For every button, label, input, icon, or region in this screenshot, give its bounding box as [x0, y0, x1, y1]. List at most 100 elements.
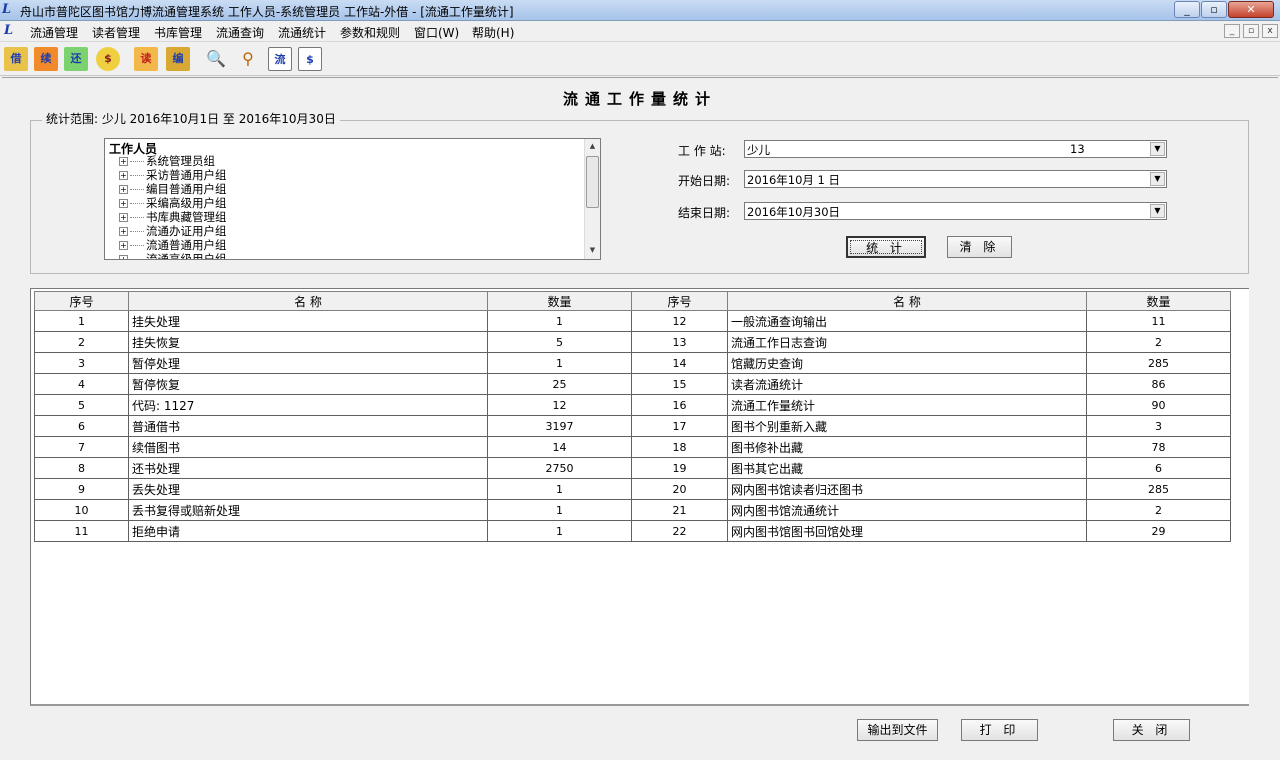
- staff-tree[interactable]: 工作人员 + 系统管理员组 + 采访普通用户组 + 编目普通用户组 + 采编高级用户组 …: [104, 138, 601, 260]
- clear-button[interactable]: 清 除: [947, 236, 1012, 258]
- row-name-cell[interactable]: 读者流通统计: [727, 373, 1087, 395]
- row-name-cell[interactable]: 丢书复得或赔新处理: [128, 499, 488, 521]
- tree-node[interactable]: + 系统管理员组: [119, 154, 215, 168]
- chevron-down-icon[interactable]: ▼: [1150, 204, 1165, 218]
- borrow-icon[interactable]: 借: [4, 47, 28, 71]
- menu-reader-mgmt[interactable]: 读者管理: [92, 24, 140, 41]
- row-qty-cell[interactable]: 6: [1086, 457, 1231, 479]
- row-qty-cell[interactable]: 2: [1086, 499, 1231, 521]
- row-name-cell[interactable]: 挂失恢复: [128, 331, 488, 353]
- row-qty-cell[interactable]: 285: [1086, 478, 1231, 500]
- row-no-cell[interactable]: 1: [34, 310, 129, 332]
- end-date-select[interactable]: 2016年10月30日 ▼: [744, 202, 1167, 220]
- row-name-cell[interactable]: 馆藏历史查询: [727, 352, 1087, 374]
- menu-stack-mgmt[interactable]: 书库管理: [154, 24, 202, 41]
- row-qty-cell[interactable]: 1: [487, 520, 632, 542]
- close-button[interactable]: 关 闭: [1113, 719, 1190, 741]
- expand-icon[interactable]: +: [119, 185, 128, 194]
- mdi-minimize-button[interactable]: _: [1224, 24, 1240, 38]
- row-no-cell[interactable]: 2: [34, 331, 129, 353]
- renew-icon[interactable]: 续: [34, 47, 58, 71]
- expand-icon[interactable]: +: [119, 241, 128, 250]
- row-no-cell[interactable]: 17: [631, 415, 728, 437]
- row-name-cell[interactable]: 代码: 1127: [128, 394, 488, 416]
- tree-node[interactable]: + 编目普通用户组: [119, 182, 227, 196]
- row-name-cell[interactable]: 暂停处理: [128, 352, 488, 374]
- row-no-cell[interactable]: 4: [34, 373, 129, 395]
- table-row[interactable]: 10 丢书复得或赔新处理 1 21 网内图书馆流通统计 2: [34, 499, 1231, 521]
- expand-icon[interactable]: +: [119, 157, 128, 166]
- row-name-cell[interactable]: 拒绝申请: [128, 520, 488, 542]
- scroll-up-icon[interactable]: ▲: [585, 139, 600, 154]
- row-name-cell[interactable]: 图书个别重新入藏: [727, 415, 1087, 437]
- menu-circulation-query[interactable]: 流通查询: [216, 24, 264, 41]
- expand-icon[interactable]: +: [119, 199, 128, 208]
- expand-icon[interactable]: +: [119, 227, 128, 236]
- print-button[interactable]: 打 印: [961, 719, 1038, 741]
- mdi-child-icon[interactable]: L: [4, 23, 20, 39]
- chevron-down-icon[interactable]: ▼: [1150, 142, 1165, 156]
- row-no-cell[interactable]: 22: [631, 520, 728, 542]
- menu-window[interactable]: 窗口(W): [414, 24, 459, 41]
- row-name-cell[interactable]: 网内图书馆流通统计: [727, 499, 1087, 521]
- stat-button[interactable]: 统 计: [846, 236, 926, 258]
- row-name-cell[interactable]: 续借图书: [128, 436, 488, 458]
- row-no-cell[interactable]: 9: [34, 478, 129, 500]
- scroll-thumb[interactable]: [586, 156, 599, 208]
- table-row[interactable]: 9 丢失处理 1 20 网内图书馆读者归还图书 285: [34, 478, 1231, 500]
- table-row[interactable]: 3 暂停处理 1 14 馆藏历史查询 285: [34, 352, 1231, 374]
- tree-node[interactable]: + 流通高级用户组: [119, 252, 227, 259]
- row-no-cell[interactable]: 10: [34, 499, 129, 521]
- row-qty-cell[interactable]: 1: [487, 478, 632, 500]
- row-no-cell[interactable]: 18: [631, 436, 728, 458]
- tree-node[interactable]: + 采访普通用户组: [119, 168, 227, 182]
- row-name-cell[interactable]: 流通工作日志查询: [727, 331, 1087, 353]
- row-no-cell[interactable]: 5: [34, 394, 129, 416]
- table-row[interactable]: 1 挂失处理 1 12 一般流通查询输出 11: [34, 310, 1231, 332]
- table-row[interactable]: 11 拒绝申请 1 22 网内图书馆图书回馆处理 29: [34, 520, 1231, 542]
- row-name-cell[interactable]: 暂停恢复: [128, 373, 488, 395]
- table-row[interactable]: 6 普通借书 3197 17 图书个别重新入藏 3: [34, 415, 1231, 437]
- row-no-cell[interactable]: 12: [631, 310, 728, 332]
- tree-node[interactable]: + 流通普通用户组: [119, 238, 227, 252]
- row-qty-cell[interactable]: 3197: [487, 415, 632, 437]
- station-select[interactable]: 少儿 13 ▼: [744, 140, 1167, 158]
- search-icon[interactable]: 🔍: [204, 47, 228, 71]
- row-qty-cell[interactable]: 78: [1086, 436, 1231, 458]
- finance-search-icon[interactable]: ⚲: [236, 47, 260, 71]
- row-no-cell[interactable]: 16: [631, 394, 728, 416]
- reader-register-icon[interactable]: 读: [134, 47, 158, 71]
- money-chart-icon[interactable]: $: [298, 47, 322, 71]
- circulation-chart-icon[interactable]: 流: [268, 47, 292, 71]
- tree-scrollbar[interactable]: ▲ ▼: [584, 139, 600, 259]
- table-row[interactable]: 5 代码: 1127 12 16 流通工作量统计 90: [34, 394, 1231, 416]
- row-no-cell[interactable]: 19: [631, 457, 728, 479]
- row-qty-cell[interactable]: 1: [487, 310, 632, 332]
- row-qty-cell[interactable]: 1: [487, 499, 632, 521]
- row-name-cell[interactable]: 流通工作量统计: [727, 394, 1087, 416]
- table-row[interactable]: 7 续借图书 14 18 图书修补出藏 78: [34, 436, 1231, 458]
- row-name-cell[interactable]: 网内图书馆图书回馆处理: [727, 520, 1087, 542]
- row-no-cell[interactable]: 3: [34, 352, 129, 374]
- row-qty-cell[interactable]: 2: [1086, 331, 1231, 353]
- row-no-cell[interactable]: 20: [631, 478, 728, 500]
- row-name-cell[interactable]: 图书修补出藏: [727, 436, 1087, 458]
- fine-icon[interactable]: $: [96, 47, 120, 71]
- row-qty-cell[interactable]: 5: [487, 331, 632, 353]
- expand-icon[interactable]: +: [119, 171, 128, 180]
- row-qty-cell[interactable]: 90: [1086, 394, 1231, 416]
- menu-help[interactable]: 帮助(H): [472, 24, 514, 41]
- row-qty-cell[interactable]: 2750: [487, 457, 632, 479]
- row-name-cell[interactable]: 一般流通查询输出: [727, 310, 1087, 332]
- row-qty-cell[interactable]: 285: [1086, 352, 1231, 374]
- tree-node[interactable]: + 流通办证用户组: [119, 224, 227, 238]
- export-file-button[interactable]: 输出到文件: [857, 719, 938, 741]
- row-name-cell[interactable]: 还书处理: [128, 457, 488, 479]
- row-qty-cell[interactable]: 86: [1086, 373, 1231, 395]
- row-qty-cell[interactable]: 29: [1086, 520, 1231, 542]
- menu-circulation-mgmt[interactable]: 流通管理: [30, 24, 78, 41]
- expand-icon[interactable]: +: [119, 213, 128, 222]
- row-no-cell[interactable]: 14: [631, 352, 728, 374]
- row-no-cell[interactable]: 6: [34, 415, 129, 437]
- table-row[interactable]: 4 暂停恢复 25 15 读者流通统计 86: [34, 373, 1231, 395]
